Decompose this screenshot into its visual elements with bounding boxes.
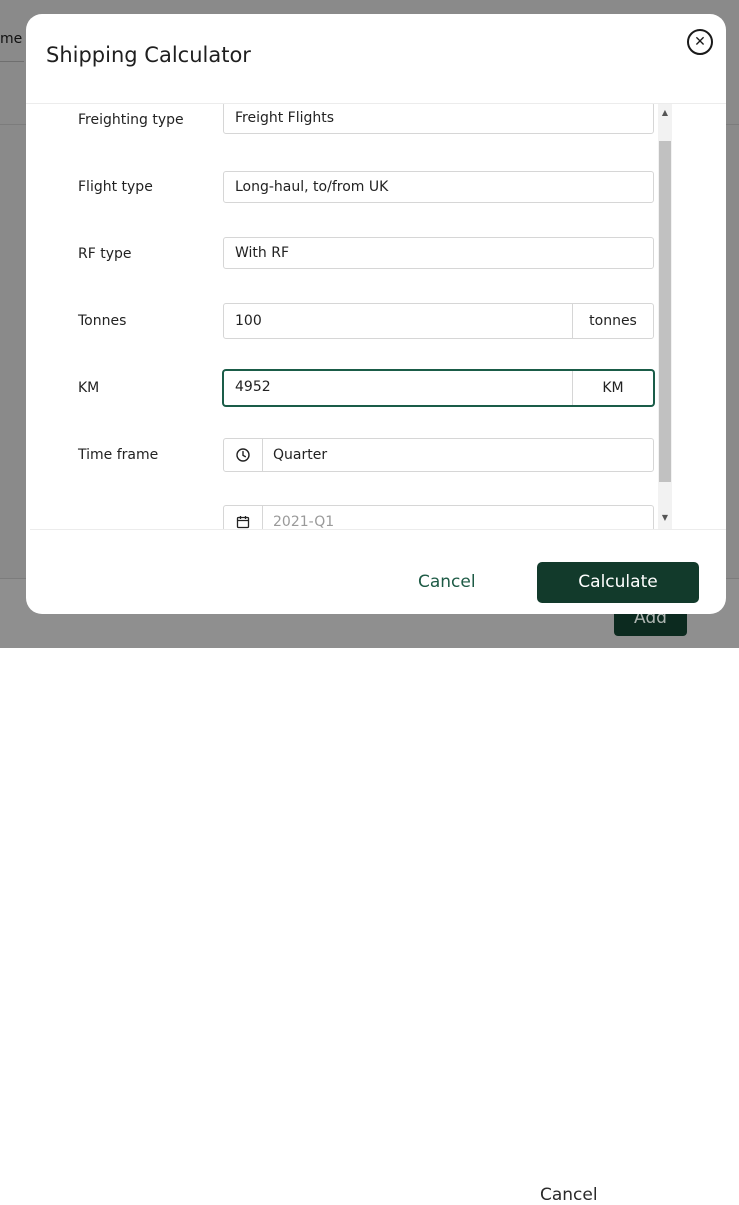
scroll-up-arrow-icon[interactable]: ▲ xyxy=(658,108,672,117)
modal-footer: Cancel Calculate xyxy=(30,529,726,614)
flight-type-label: Flight type xyxy=(78,179,153,195)
rf-type-label: RF type xyxy=(78,246,132,262)
modal-title: Shipping Calculator xyxy=(46,43,251,67)
scroll-down-arrow-icon[interactable]: ▼ xyxy=(658,513,672,522)
scroll-thumb[interactable] xyxy=(659,141,671,482)
rf-type-select[interactable]: With RF xyxy=(223,237,654,269)
tonnes-input[interactable]: 100 tonnes xyxy=(223,303,654,339)
freighting-type-label: Freighting type xyxy=(78,112,184,128)
km-value: 4952 xyxy=(235,379,271,395)
modal-header: Shipping Calculator ✕ xyxy=(26,14,726,104)
modal-body[interactable]: Freighting type Freight Flights Flight t… xyxy=(30,104,674,529)
freighting-type-select[interactable]: Freight Flights xyxy=(223,104,654,134)
shipping-calculator-modal: Shipping Calculator ✕ Freighting type Fr… xyxy=(26,14,726,614)
calculate-button[interactable]: Calculate xyxy=(537,562,699,603)
km-label: KM xyxy=(78,380,100,396)
tonnes-value: 100 xyxy=(235,313,262,329)
flight-type-value: Long-haul, to/from UK xyxy=(235,179,389,195)
km-input[interactable]: 4952 KM xyxy=(223,370,654,406)
tonnes-label: Tonnes xyxy=(78,313,127,329)
background-cancel-button: Cancel xyxy=(540,1185,598,1205)
tonnes-unit: tonnes xyxy=(572,304,653,338)
freighting-type-value: Freight Flights xyxy=(235,110,335,126)
cancel-button[interactable]: Cancel xyxy=(418,572,476,592)
clock-icon xyxy=(224,439,263,471)
km-unit: KM xyxy=(572,371,653,405)
time-frame-value: Quarter xyxy=(273,447,328,463)
flight-type-select[interactable]: Long-haul, to/from UK xyxy=(223,171,654,203)
close-icon: ✕ xyxy=(694,34,706,50)
rf-type-value: With RF xyxy=(235,245,290,261)
period-picker[interactable]: 2021-Q1 xyxy=(223,505,654,529)
calendar-icon xyxy=(224,506,263,529)
body-scrollbar[interactable]: ▲ ▼ xyxy=(658,104,672,529)
background-tab: me xyxy=(0,17,24,62)
time-frame-label: Time frame xyxy=(78,447,159,463)
close-button[interactable]: ✕ xyxy=(687,29,713,55)
time-frame-select[interactable]: Quarter xyxy=(223,438,654,472)
period-value: 2021-Q1 xyxy=(273,514,335,529)
